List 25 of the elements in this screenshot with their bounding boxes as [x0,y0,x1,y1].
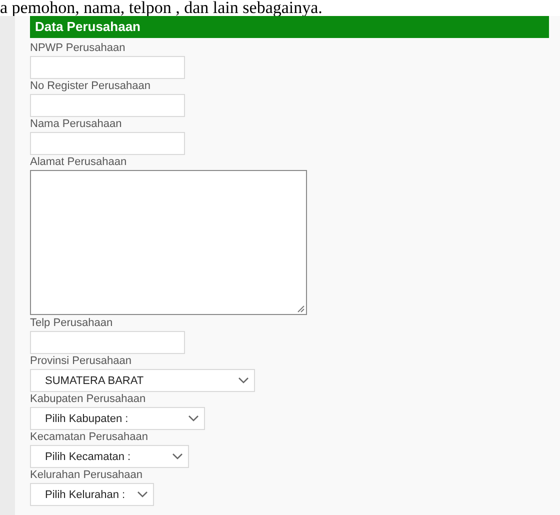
input-field[interactable] [30,94,185,117]
field-label: Provinsi Perusahaan [30,355,132,367]
intro-text: a pemohon, nama, telpon , dan lain sebagainya. [0,0,322,16]
field-label: Kelurahan Perusahaan [30,469,143,481]
section-header: Data Perusahaan [30,16,549,38]
field-label: Kecamatan Perusahaan [30,431,148,443]
field-label: No Register Perusahaan [30,80,150,92]
field-label: Kabupaten Perusahaan [30,393,146,405]
input-field[interactable] [30,56,185,79]
text-area[interactable] [30,170,307,315]
chevron-down-icon [188,415,199,422]
dropdown-select[interactable]: Pilih Kabupaten : [30,407,205,430]
dropdown-select[interactable]: Pilih Kecamatan : [30,445,189,468]
field-label: Nama Perusahaan [30,118,122,130]
input-field[interactable] [30,331,185,354]
resize-grip-icon[interactable] [297,305,305,313]
input-field[interactable] [30,132,185,155]
dropdown-select[interactable]: Pilih Kelurahan : [30,483,154,506]
field-label: Alamat Perusahaan [30,156,127,168]
field-label: Telp Perusahaan [30,317,113,329]
chevron-down-icon [137,491,148,498]
dropdown-select[interactable]: SUMATERA BARAT [30,369,255,392]
field-label: NPWP Perusahaan [30,42,126,54]
chevron-down-icon [172,453,183,460]
chevron-down-icon [238,377,249,384]
